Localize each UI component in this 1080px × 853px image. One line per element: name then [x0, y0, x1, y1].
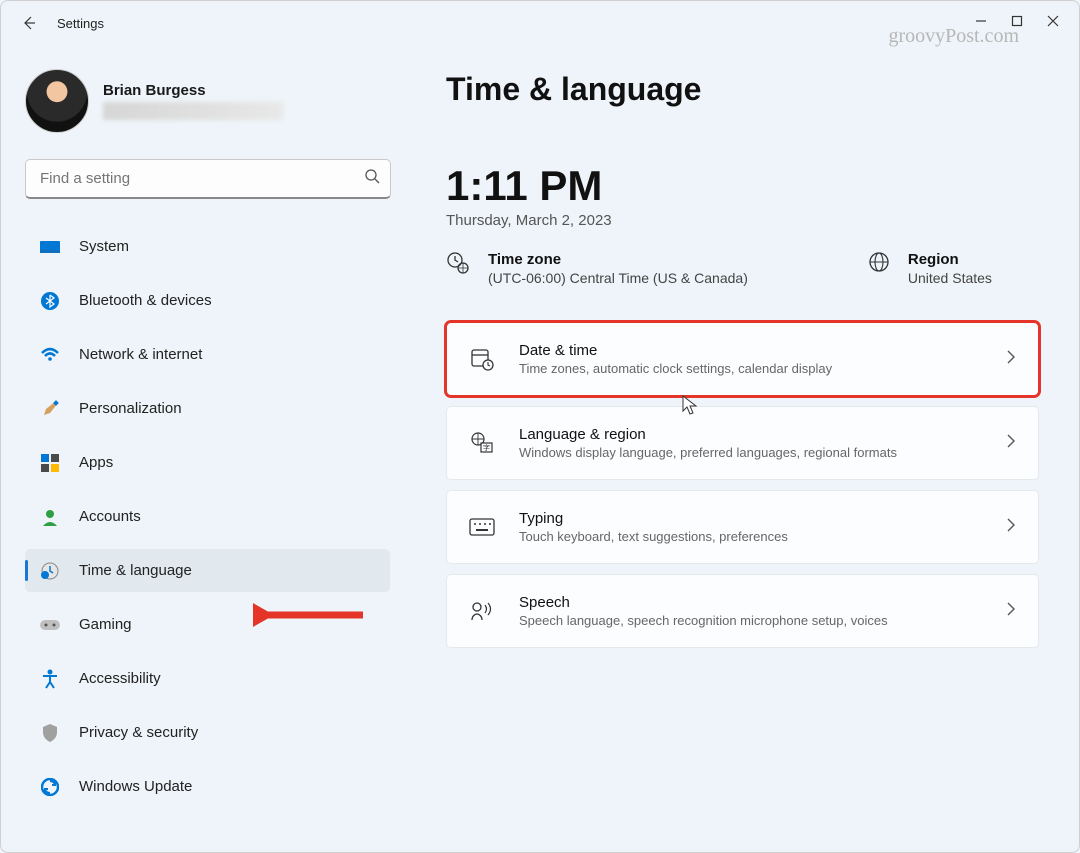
region-label: Region	[908, 251, 992, 268]
nav-label: Bluetooth & devices	[79, 292, 212, 309]
card-subtitle: Time zones, automatic clock settings, ca…	[519, 361, 982, 376]
nav-label: Windows Update	[79, 778, 192, 795]
card-subtitle: Speech language, speech recognition micr…	[519, 613, 982, 628]
sidebar-item-bluetooth[interactable]: Bluetooth & devices	[25, 279, 390, 322]
nav-label: Personalization	[79, 400, 182, 417]
nav-list: System Bluetooth & devices Network & int…	[25, 225, 390, 808]
main-content: Time & language 1:11 PM Thursday, March …	[406, 45, 1079, 852]
chevron-right-icon	[1006, 350, 1016, 369]
nav-label: Accounts	[79, 508, 141, 525]
clock-globe-icon	[39, 560, 61, 582]
clock: 1:11 PM	[446, 162, 1039, 210]
maximize-button[interactable]	[1011, 14, 1023, 32]
bluetooth-icon	[39, 290, 61, 312]
chevron-right-icon	[1006, 518, 1016, 537]
sidebar-item-apps[interactable]: Apps	[25, 441, 390, 484]
calendar-clock-icon	[469, 347, 495, 371]
nav-label: Apps	[79, 454, 113, 471]
card-title: Typing	[519, 510, 982, 527]
sidebar-item-personalization[interactable]: Personalization	[25, 387, 390, 430]
person-icon	[39, 506, 61, 528]
timezone-label: Time zone	[488, 251, 748, 268]
sidebar: Brian Burgess System Bluetooth & devices…	[1, 45, 406, 852]
timezone-value: (UTC-06:00) Central Time (US & Canada)	[488, 270, 748, 286]
speech-icon	[469, 600, 495, 622]
sidebar-item-time-language[interactable]: Time & language	[25, 549, 390, 592]
card-speech[interactable]: Speech Speech language, speech recogniti…	[446, 574, 1039, 648]
window-title: Settings	[57, 16, 104, 31]
nav-label: Gaming	[79, 616, 132, 633]
close-button[interactable]	[1047, 14, 1059, 32]
timezone-icon	[446, 251, 470, 280]
titlebar: Settings	[1, 1, 1079, 45]
nav-label: System	[79, 238, 129, 255]
date: Thursday, March 2, 2023	[446, 212, 1039, 229]
keyboard-icon	[469, 518, 495, 536]
sidebar-item-accounts[interactable]: Accounts	[25, 495, 390, 538]
back-button[interactable]	[9, 15, 49, 31]
timezone-summary[interactable]: Time zone (UTC-06:00) Central Time (US &…	[446, 251, 748, 286]
card-date-time[interactable]: Date & time Time zones, automatic clock …	[446, 322, 1039, 396]
paintbrush-icon	[39, 398, 61, 420]
nav-label: Network & internet	[79, 346, 202, 363]
nav-label: Privacy & security	[79, 724, 198, 741]
sidebar-item-network[interactable]: Network & internet	[25, 333, 390, 376]
search-box[interactable]	[25, 159, 391, 199]
card-subtitle: Touch keyboard, text suggestions, prefer…	[519, 529, 982, 544]
sidebar-item-accessibility[interactable]: Accessibility	[25, 657, 390, 700]
card-language-region[interactable]: 字 Language & region Windows display lang…	[446, 406, 1039, 480]
accessibility-icon	[39, 668, 61, 690]
gamepad-icon	[39, 614, 61, 636]
apps-icon	[39, 452, 61, 474]
shield-icon	[39, 722, 61, 744]
search-input[interactable]	[40, 170, 364, 187]
card-title: Date & time	[519, 342, 982, 359]
sidebar-item-windows-update[interactable]: Windows Update	[25, 765, 390, 808]
minimize-button[interactable]	[975, 14, 987, 32]
card-subtitle: Windows display language, preferred lang…	[519, 445, 982, 460]
language-icon: 字	[469, 431, 495, 455]
sidebar-item-privacy[interactable]: Privacy & security	[25, 711, 390, 754]
sidebar-item-gaming[interactable]: Gaming	[25, 603, 390, 646]
nav-label: Accessibility	[79, 670, 161, 687]
chevron-right-icon	[1006, 434, 1016, 453]
card-typing[interactable]: Typing Touch keyboard, text suggestions,…	[446, 490, 1039, 564]
region-value: United States	[908, 270, 992, 286]
page-title: Time & language	[446, 71, 1039, 108]
search-icon	[364, 168, 380, 189]
profile-name: Brian Burgess	[103, 82, 283, 99]
region-summary[interactable]: Region United States	[868, 251, 992, 286]
profile-email-blurred	[103, 102, 283, 120]
wifi-icon	[39, 344, 61, 366]
profile[interactable]: Brian Burgess	[25, 69, 390, 133]
avatar	[25, 69, 89, 133]
nav-label: Time & language	[79, 562, 192, 579]
chevron-right-icon	[1006, 602, 1016, 621]
card-title: Language & region	[519, 426, 982, 443]
globe-icon	[868, 251, 890, 278]
update-icon	[39, 776, 61, 798]
system-icon	[39, 236, 61, 258]
svg-text:字: 字	[483, 443, 490, 452]
sidebar-item-system[interactable]: System	[25, 225, 390, 268]
card-title: Speech	[519, 594, 982, 611]
